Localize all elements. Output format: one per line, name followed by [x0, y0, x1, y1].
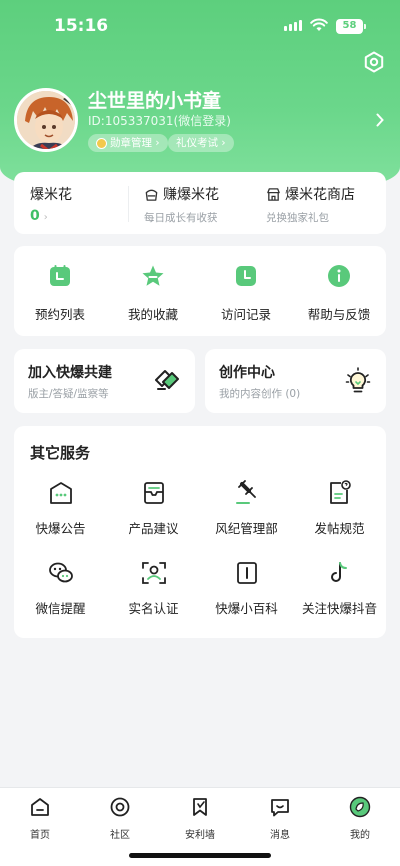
popcorn-box-icon: [145, 189, 158, 201]
id-scan-icon: [141, 562, 166, 584]
profile-icon: [349, 796, 371, 818]
service-label: 实名认证: [128, 601, 179, 616]
quick-action-label: 我的收藏: [127, 307, 178, 322]
message-icon: [271, 799, 289, 817]
popcorn-shop[interactable]: 爆米花商店 兑换独家礼包: [266, 184, 355, 225]
quick-action-reservations[interactable]: 预约列表: [14, 264, 106, 323]
medal-management-chip[interactable]: 勋章管理 ›: [88, 134, 168, 152]
join-contributors-card[interactable]: 加入快爆共建 版主/答疑/监察等: [14, 349, 195, 413]
tab-label: 我的: [350, 830, 370, 841]
calendar-icon: [50, 265, 70, 286]
quick-action-favorites[interactable]: 我的收藏: [107, 264, 199, 323]
service-label: 快爆公告: [35, 521, 86, 536]
quick-action-history[interactable]: 访问记录: [200, 264, 292, 323]
gavel-icon: [235, 480, 256, 504]
divider: [128, 186, 129, 222]
bookmark-icon: [193, 798, 207, 816]
service-real-name[interactable]: 实名认证: [107, 560, 200, 617]
suggestion-icon: [143, 482, 164, 504]
settings-icon[interactable]: [362, 50, 386, 74]
tab-label: 消息: [270, 830, 290, 841]
username[interactable]: 尘世里的小书童: [88, 86, 221, 113]
tab-community[interactable]: 社区: [80, 796, 160, 841]
star-icon: [142, 265, 164, 286]
encyclopedia-icon: [236, 562, 257, 584]
service-encyclopedia[interactable]: 快爆小百科: [200, 560, 293, 617]
home-icon: [31, 798, 49, 816]
quick-actions-card: 预约列表 我的收藏 访问记录 帮助与反馈: [14, 246, 386, 336]
creator-center-card[interactable]: 创作中心 我的内容创作 (0): [205, 349, 386, 413]
service-label: 发帖规范: [314, 521, 365, 536]
service-suggestion[interactable]: 产品建议: [107, 480, 200, 537]
status-time: 15:16: [54, 16, 109, 36]
info-icon: [328, 265, 350, 287]
chevron-right-icon[interactable]: [376, 112, 384, 131]
create-title: 创作中心: [219, 365, 275, 381]
tab-profile[interactable]: 我的: [320, 796, 400, 841]
join-subtitle: 版主/答疑/监察等: [28, 388, 109, 400]
other-services-card: 其它服务 快爆公告 产品建议 风纪管理部 发帖规范 微信提醒 实名认证 快爆小百…: [14, 426, 386, 638]
service-label: 微信提醒: [35, 601, 86, 616]
popcorn-title: 爆米花: [30, 187, 72, 203]
earn-popcorn-subtitle: 每日成长有收获: [144, 212, 218, 224]
service-label: 关注快爆抖音: [301, 601, 377, 616]
wechat-icon: [48, 562, 73, 583]
service-label: 风纪管理部: [215, 521, 278, 536]
service-discipline[interactable]: 风纪管理部: [200, 480, 293, 537]
earn-popcorn[interactable]: 赚爆米花 每日成长有收获: [144, 184, 219, 225]
popcorn-card: 爆米花 0 › 赚爆米花 每日成长有收获 爆米花商店 兑换独家礼包: [14, 172, 386, 234]
medal-chip-label: 勋章管理 ›: [110, 137, 160, 149]
battery-indicator: 58: [336, 19, 366, 34]
avatar[interactable]: [14, 88, 78, 152]
tab-label: 社区: [110, 830, 130, 841]
clock-icon: [236, 266, 256, 286]
quick-action-label: 帮助与反馈: [307, 307, 371, 322]
service-tiktok[interactable]: 关注快爆抖音: [293, 560, 386, 617]
popcorn-shop-subtitle: 兑换独家礼包: [266, 212, 329, 224]
popcorn-balance[interactable]: 爆米花 0 ›: [30, 184, 72, 224]
home-indicator: [129, 853, 271, 858]
create-subtitle: 我的内容创作 (0): [219, 388, 301, 400]
tab-messages[interactable]: 消息: [240, 796, 320, 841]
quick-action-help[interactable]: 帮助与反馈: [293, 264, 385, 323]
etiquette-exam-chip[interactable]: 礼仪考试 ›: [168, 134, 234, 152]
chevron-right-icon: ›: [43, 212, 48, 223]
tab-home[interactable]: 首页: [0, 796, 80, 841]
status-bar: 15:16 58: [0, 0, 400, 52]
service-posting-rules[interactable]: 发帖规范: [293, 480, 386, 537]
shop-icon: [267, 187, 280, 201]
join-title: 加入快爆共建: [28, 365, 112, 381]
tab-recommend-wall[interactable]: 安利墙: [160, 796, 240, 841]
user-id: ID:105337031(微信登录): [88, 114, 231, 128]
tab-label: 首页: [30, 830, 50, 841]
announcement-icon: [49, 482, 72, 504]
quick-action-label: 访问记录: [220, 307, 271, 322]
quick-action-label: 预约列表: [34, 307, 85, 322]
popcorn-shop-title: 爆米花商店: [285, 187, 355, 203]
handshake-icon: [155, 370, 179, 390]
tab-label: 安利墙: [185, 830, 215, 841]
services-title: 其它服务: [30, 444, 91, 462]
community-icon: [110, 797, 130, 817]
medal-icon: [96, 137, 107, 149]
popcorn-value: 0 ›: [30, 208, 72, 224]
service-label: 产品建议: [128, 521, 179, 536]
rules-icon: [329, 480, 351, 504]
service-announcement[interactable]: 快爆公告: [14, 480, 107, 537]
lightbulb-icon: [345, 367, 371, 393]
tiktok-icon: [330, 562, 347, 582]
earn-popcorn-title: 赚爆米花: [163, 187, 219, 203]
service-wechat-reminder[interactable]: 微信提醒: [14, 560, 107, 617]
service-label: 快爆小百科: [215, 601, 278, 616]
popcorn-count: 0: [30, 208, 40, 224]
exam-chip-label: 礼仪考试 ›: [176, 137, 226, 149]
wifi-icon: [310, 18, 328, 31]
cellular-signal-icon: [284, 20, 302, 31]
